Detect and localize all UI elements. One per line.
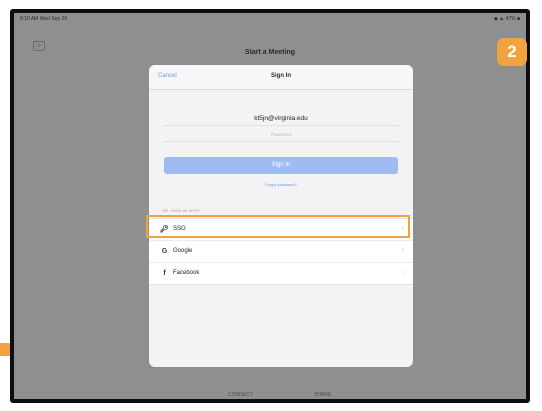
chevron-right-icon: › [401,247,404,254]
option-label: Google [173,248,193,254]
chevron-right-icon: › [401,269,404,276]
google-option[interactable]: G Google › [149,241,413,263]
status-time: 9:10 AM Wed Sep 29 [20,16,68,22]
status-bar: 9:10 AM Wed Sep 29 ◆ ▲ 47% ■ [14,13,526,25]
facebook-option[interactable]: f Facebook › [149,263,413,284]
page-title: Start a Meeting [244,49,296,56]
dialog-header: Cancel Sign In [149,65,413,90]
forgot-password-link[interactable]: Forgot password? [149,182,413,187]
password-field[interactable]: Password [149,132,413,137]
password-divider [163,141,399,142]
connect-label[interactable]: CONNECT [228,392,253,398]
dialog-title: Sign In [271,73,291,79]
tablet-frame: 9:10 AM Wed Sep 29 ◆ ▲ 47% ■ ⚙ Start a M… [10,9,530,403]
or-sign-in-with-label: OR, SIGN IN WITH [162,208,200,213]
tablet-screen: 9:10 AM Wed Sep 29 ◆ ▲ 47% ■ ⚙ Start a M… [14,13,526,399]
edge-marker [0,343,10,356]
status-indicators: ◆ ▲ 47% ■ [494,16,520,22]
sso-highlight-box [146,215,410,238]
email-divider [163,125,399,126]
share-label[interactable]: SHARE [314,392,331,398]
step-number-badge: 2 [497,38,527,66]
option-label: Facebook [173,270,200,276]
facebook-icon: f [163,270,166,277]
email-field[interactable]: kt5jn@virginia.edu [149,115,413,122]
sign-in-button[interactable]: Sign In [164,157,398,174]
google-icon: G [161,248,168,255]
